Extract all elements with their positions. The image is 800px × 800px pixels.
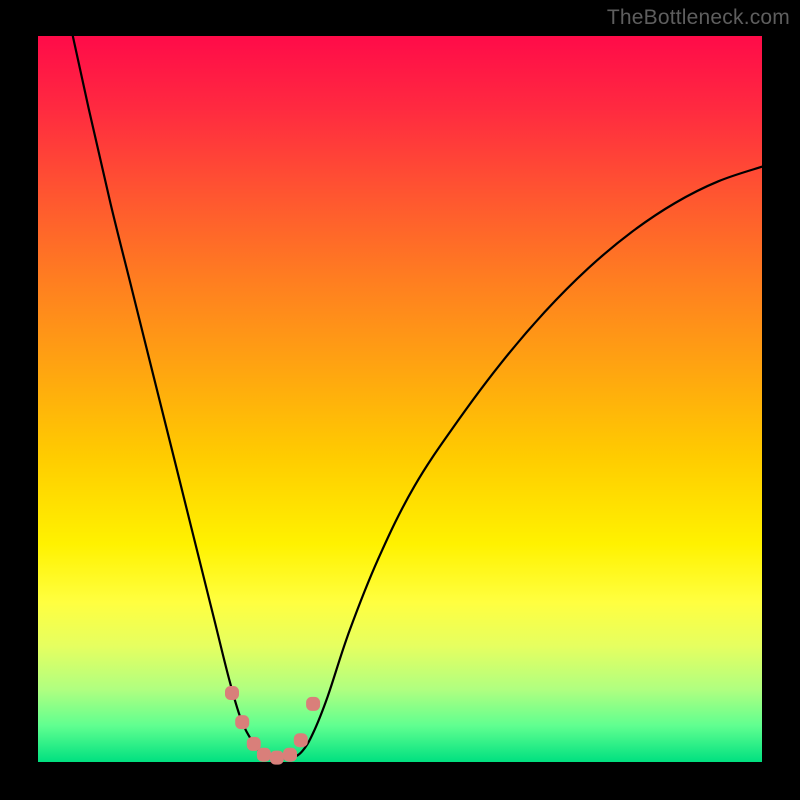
trough-markers — [225, 686, 320, 765]
trough-marker — [270, 751, 284, 765]
plot-area — [38, 36, 762, 762]
outer-frame: TheBottleneck.com — [0, 0, 800, 800]
trough-marker — [257, 748, 271, 762]
chart-svg — [38, 36, 762, 762]
trough-marker — [283, 748, 297, 762]
trough-marker — [294, 733, 308, 747]
watermark-text: TheBottleneck.com — [607, 6, 790, 30]
trough-marker — [235, 715, 249, 729]
bottleneck-curve — [73, 36, 762, 758]
trough-marker — [306, 697, 320, 711]
trough-marker — [225, 686, 239, 700]
trough-marker — [247, 737, 261, 751]
